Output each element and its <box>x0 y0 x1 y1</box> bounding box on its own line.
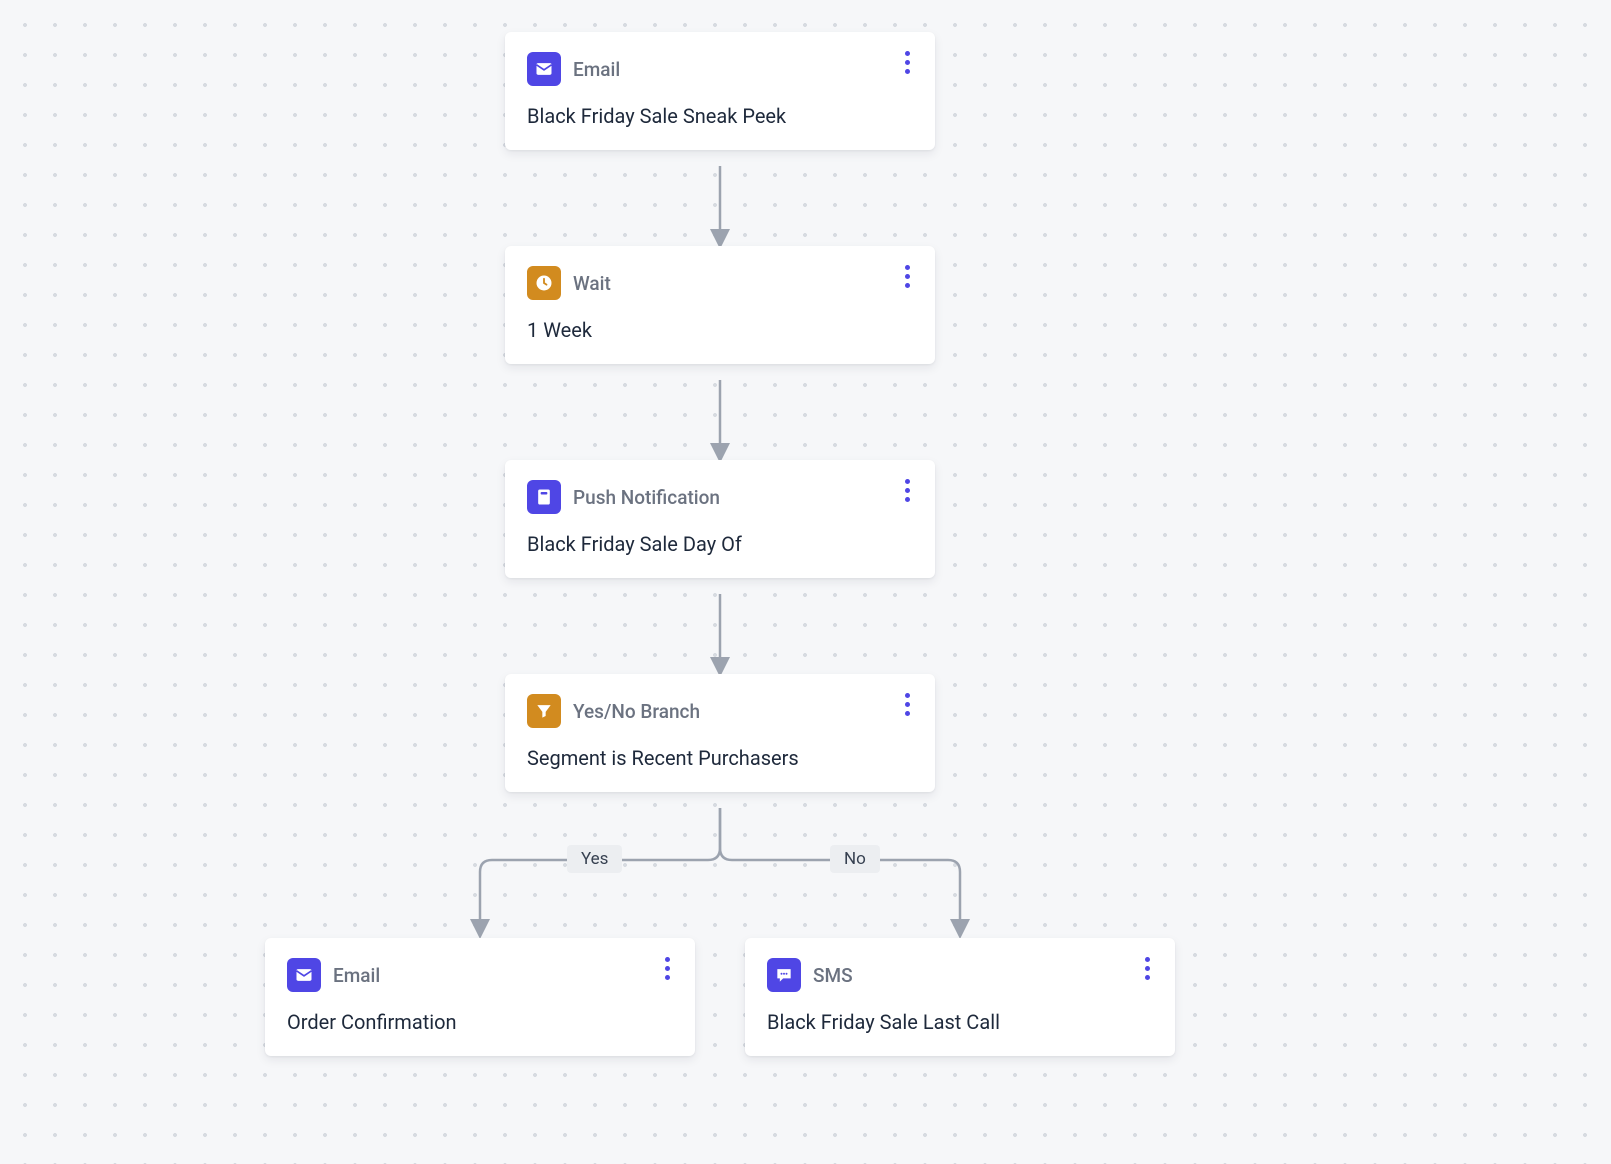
flow-node-branch[interactable]: Yes/No Branch Segment is Recent Purchase… <box>505 674 935 792</box>
node-menu-button[interactable] <box>1133 954 1161 982</box>
flow-node-push[interactable]: Push Notification Black Friday Sale Day … <box>505 460 935 578</box>
more-vertical-icon <box>905 479 910 502</box>
email-icon <box>287 958 321 992</box>
flow-canvas[interactable]: Email Black Friday Sale Sneak Peek Wait … <box>0 0 1611 1164</box>
more-vertical-icon <box>905 693 910 716</box>
branch-label-yes: Yes <box>567 845 622 873</box>
node-menu-button[interactable] <box>893 690 921 718</box>
node-type-label: Yes/No Branch <box>573 700 700 723</box>
branch-label-no: No <box>830 845 880 873</box>
node-type-label: Email <box>333 964 380 987</box>
email-icon <box>527 52 561 86</box>
flow-node-sms-no[interactable]: SMS Black Friday Sale Last Call <box>745 938 1175 1056</box>
flow-node-email-1[interactable]: Email Black Friday Sale Sneak Peek <box>505 32 935 150</box>
more-vertical-icon <box>905 265 910 288</box>
node-title: Order Confirmation <box>287 1010 673 1034</box>
node-menu-button[interactable] <box>893 48 921 76</box>
node-type-label: SMS <box>813 964 853 987</box>
filter-icon <box>527 694 561 728</box>
clock-icon <box>527 266 561 300</box>
node-menu-button[interactable] <box>893 476 921 504</box>
more-vertical-icon <box>665 957 670 980</box>
node-menu-button[interactable] <box>653 954 681 982</box>
node-type-label: Wait <box>573 272 611 295</box>
flow-node-wait[interactable]: Wait 1 Week <box>505 246 935 364</box>
node-title: Black Friday Sale Day Of <box>527 532 913 556</box>
node-title: Segment is Recent Purchasers <box>527 746 913 770</box>
node-menu-button[interactable] <box>893 262 921 290</box>
node-type-label: Push Notification <box>573 486 720 509</box>
push-notification-icon <box>527 480 561 514</box>
node-title: 1 Week <box>527 318 913 342</box>
node-type-label: Email <box>573 58 620 81</box>
node-title: Black Friday Sale Last Call <box>767 1010 1153 1034</box>
node-title: Black Friday Sale Sneak Peek <box>527 104 913 128</box>
more-vertical-icon <box>905 51 910 74</box>
more-vertical-icon <box>1145 957 1150 980</box>
flow-node-email-yes[interactable]: Email Order Confirmation <box>265 938 695 1056</box>
sms-icon <box>767 958 801 992</box>
